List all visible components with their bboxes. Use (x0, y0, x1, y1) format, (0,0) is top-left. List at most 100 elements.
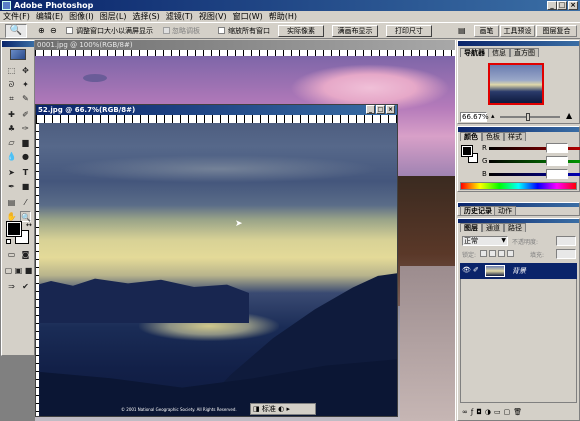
status-brightness-icon[interactable]: ◐ (278, 405, 284, 413)
tab-histogram[interactable]: 直方图 (510, 48, 539, 57)
adobe-online-icon[interactable] (10, 49, 26, 60)
menu-help[interactable]: 帮助(H) (266, 11, 300, 22)
new-group-icon[interactable]: ▭ (494, 408, 504, 416)
navigator-zoom-out-icon[interactable]: ▴ (491, 112, 495, 120)
hand-tool-icon[interactable]: ✋ (6, 211, 17, 222)
fg-doc-maximize-button[interactable]: □ (376, 105, 385, 114)
menu-image[interactable]: 图像(I) (66, 11, 97, 22)
tab-info[interactable]: 信息 (488, 48, 510, 57)
fg-doc-minimize-button[interactable]: _ (366, 105, 375, 114)
close-button[interactable]: × (568, 1, 578, 10)
default-colors-icon[interactable] (6, 239, 11, 244)
lasso-tool-icon[interactable]: ᘐ (6, 79, 17, 90)
fit-on-screen-button[interactable]: 满画布显示 (332, 25, 378, 37)
color-r-field[interactable] (546, 143, 568, 153)
tab-swatches[interactable]: 色板 (482, 132, 504, 141)
menu-edit[interactable]: 编辑(E) (33, 11, 66, 22)
resize-windows-checkbox[interactable] (66, 27, 73, 34)
crop-tool-icon[interactable]: ⌗ (6, 93, 17, 104)
full-screen-mode-icon[interactable]: ■ (24, 265, 33, 276)
slice-tool-icon[interactable]: ✎ (20, 93, 31, 104)
gradient-tool-icon[interactable]: ▆ (20, 137, 31, 148)
full-screen-menu-mode-icon[interactable]: ▣ (14, 265, 23, 276)
quick-mask-mode-icon[interactable]: ◙ (20, 249, 31, 260)
move-tool-icon[interactable]: ✥ (20, 65, 31, 76)
notes-tool-icon[interactable]: ▤ (6, 197, 17, 208)
add-mask-icon[interactable]: ◘ (476, 408, 485, 416)
color-fg-swatch[interactable] (461, 145, 473, 157)
delete-layer-icon[interactable]: 🗑 (513, 408, 525, 416)
fg-doc-close-button[interactable]: × (386, 105, 395, 114)
foreground-document-window[interactable]: 52.jpg @ 66.7%(RGB/8#) _ □ × ➤ © 2001 Na… (35, 104, 398, 417)
layer-visibility-eye-icon[interactable]: 👁 (462, 266, 471, 274)
fill-field[interactable] (556, 249, 576, 259)
zoom-all-checkbox[interactable] (218, 27, 225, 34)
swap-colors-icon[interactable]: ↔ (26, 221, 32, 229)
tab-channels[interactable]: 通道 (482, 223, 504, 232)
lock-transparency-icon[interactable] (480, 250, 487, 257)
marquee-tool-icon[interactable]: ⬚ (6, 65, 17, 76)
color-b-field[interactable] (546, 169, 568, 179)
foreground-color-swatch[interactable] (6, 221, 22, 237)
path-selection-tool-icon[interactable]: ➤ (6, 167, 17, 178)
palette-well-tab-brushes[interactable]: 画笔 (474, 25, 499, 37)
menu-view[interactable]: 视图(V) (196, 11, 230, 22)
menu-file[interactable]: 文件(F) (0, 11, 33, 22)
navigator-zoom-slider[interactable] (500, 116, 560, 118)
lock-image-icon[interactable] (489, 250, 496, 257)
tab-history[interactable]: 历史记录 (460, 206, 496, 215)
blur-tool-icon[interactable]: 💧 (6, 151, 17, 162)
tab-layers[interactable]: 图层 (460, 223, 482, 232)
layer-thumbnail (485, 265, 505, 277)
imageready-icon[interactable]: ✔ (20, 281, 31, 292)
navigator-zoom-in-icon[interactable]: ▲ (566, 111, 572, 120)
zoom-tool-preset-icon[interactable]: 🔍 (5, 24, 27, 38)
minimize-button[interactable]: _ (547, 1, 557, 10)
shape-tool-icon[interactable]: ■ (20, 181, 31, 192)
eraser-tool-icon[interactable]: ▱ (6, 137, 17, 148)
magic-wand-tool-icon[interactable]: ✦ (20, 79, 31, 90)
menu-filter[interactable]: 滤镜(T) (163, 11, 196, 22)
color-g-field[interactable] (546, 156, 568, 166)
adjustment-layer-icon[interactable]: ◑ (485, 408, 494, 416)
clone-stamp-tool-icon[interactable]: ♣ (6, 123, 17, 134)
lock-all-icon[interactable] (507, 250, 514, 257)
color-spectrum-ramp[interactable] (460, 182, 577, 190)
menu-layer[interactable]: 图层(L) (97, 11, 130, 22)
ignore-palettes-checkbox[interactable] (163, 27, 170, 34)
maximize-button[interactable]: □ (557, 1, 567, 10)
dodge-tool-icon[interactable]: ● (20, 151, 31, 162)
palette-well-icon[interactable]: ▤ (458, 26, 466, 35)
tab-actions[interactable]: 动作 (494, 206, 516, 215)
zoom-in-icon[interactable]: ⊕ (38, 26, 45, 35)
eyedropper-tool-icon[interactable]: ⁄ (20, 197, 31, 208)
tab-navigator[interactable]: 导航器 (460, 48, 489, 57)
menu-select[interactable]: 选择(S) (129, 11, 162, 22)
tab-styles[interactable]: 样式 (504, 132, 526, 141)
actual-pixels-button[interactable]: 实际像素 (278, 25, 324, 37)
navigator-zoom-field[interactable]: 66.67% (460, 112, 489, 122)
lock-position-icon[interactable] (498, 250, 505, 257)
link-layers-icon[interactable]: ∞ (462, 408, 471, 416)
jump-to-imageready-icon[interactable]: ⇒ (6, 281, 17, 292)
history-brush-tool-icon[interactable]: ✑ (20, 123, 31, 134)
brush-tool-icon[interactable]: ✐ (20, 109, 31, 120)
print-size-button[interactable]: 打印尺寸 (386, 25, 432, 37)
tab-paths[interactable]: 路径 (504, 223, 526, 232)
tab-color[interactable]: 颜色 (460, 132, 482, 141)
opacity-field[interactable] (556, 236, 576, 246)
status-menu-icon[interactable]: ▸ (286, 405, 290, 413)
blend-mode-select[interactable]: 正常 ▼ (462, 236, 508, 246)
type-tool-icon[interactable]: T (20, 167, 31, 178)
standard-mode-icon[interactable]: ▭ (6, 249, 17, 260)
palette-well-tab-layer-comps[interactable]: 图层复合 (536, 25, 577, 37)
healing-brush-tool-icon[interactable]: ✚ (6, 109, 17, 120)
pen-tool-icon[interactable]: ✒ (6, 181, 17, 192)
navigator-zoom-slider-thumb[interactable] (526, 113, 530, 121)
layer-row-background[interactable]: 👁 ✐ 背景 (460, 263, 577, 279)
menu-window[interactable]: 窗口(W) (230, 11, 266, 22)
zoom-out-icon[interactable]: ⊖ (50, 26, 57, 35)
new-layer-icon[interactable]: ▢ (504, 408, 514, 416)
standard-screen-mode-icon[interactable]: ▢ (4, 265, 13, 276)
palette-well-tab-tool-presets[interactable]: 工具预设 (500, 25, 535, 37)
